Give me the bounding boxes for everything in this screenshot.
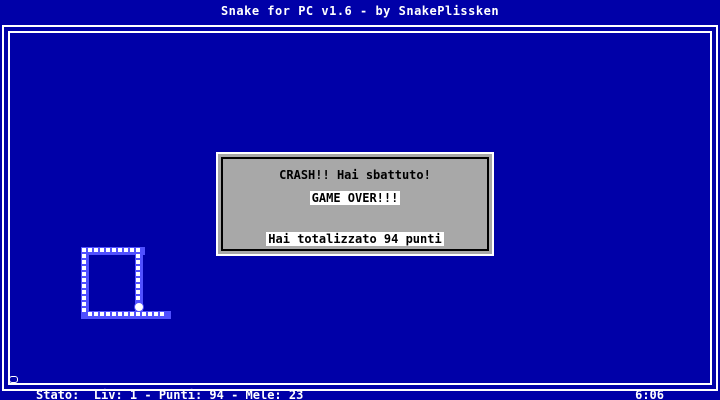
snake-dot <box>106 312 110 316</box>
status-text: Stato: Liv: 1 - Punti: 94 - Mele: 23 <box>36 388 304 400</box>
snake-dot <box>82 260 86 264</box>
crash-message: CRASH!! Hai sbattuto! <box>223 168 487 182</box>
snake-dot <box>124 312 128 316</box>
snake-dot <box>106 248 110 252</box>
game-over-message: GAME OVER!!! <box>223 191 487 205</box>
snake-dot <box>82 254 86 258</box>
status-time: 6:06 <box>635 388 664 400</box>
snake-dot <box>136 284 140 288</box>
snake-dot <box>112 312 116 316</box>
snake-dot <box>136 260 140 264</box>
window-title: Snake for PC v1.6 - by SnakePlissken <box>220 4 500 18</box>
snake-dot <box>94 312 98 316</box>
snake-dot <box>130 312 134 316</box>
snake-dot <box>112 248 116 252</box>
snake-dot <box>142 312 146 316</box>
snake-dot <box>82 278 86 282</box>
snake-dot <box>136 296 140 300</box>
game-over-text: GAME OVER!!! <box>309 191 401 205</box>
crash-text: CRASH!! Hai sbattuto! <box>279 168 431 182</box>
snake-dot <box>82 248 86 252</box>
snake-dot <box>94 248 98 252</box>
snake-dot <box>136 266 140 270</box>
snake-dot <box>118 248 122 252</box>
snake-dot <box>82 302 86 306</box>
snake-dot <box>88 248 92 252</box>
snake-dot <box>136 248 140 252</box>
snake-dot <box>136 278 140 282</box>
snake-dot <box>136 254 140 258</box>
score-message: Hai totalizzato 94 punti <box>223 232 487 246</box>
snake-dot <box>136 312 140 316</box>
snake-dot <box>82 266 86 270</box>
snake-dot <box>118 312 122 316</box>
snake-dot <box>82 290 86 294</box>
snake-dot <box>100 312 104 316</box>
snake-dot <box>136 272 140 276</box>
life-marker-icon <box>9 376 18 383</box>
snake-dot <box>148 312 152 316</box>
snake-dot <box>88 312 92 316</box>
snake-dot <box>136 290 140 294</box>
snake-head-icon <box>135 303 143 311</box>
snake-dot <box>82 308 86 312</box>
status-bar: Stato: Liv: 1 - Punti: 94 - Mele: 23 6:0… <box>0 388 720 400</box>
snake-dot <box>154 312 158 316</box>
game-over-dialog: CRASH!! Hai sbattuto! GAME OVER!!! Hai t… <box>216 152 494 256</box>
snake-dot <box>82 284 86 288</box>
snake-dot <box>100 248 104 252</box>
dialog-frame: CRASH!! Hai sbattuto! GAME OVER!!! Hai t… <box>221 157 489 251</box>
score-text: Hai totalizzato 94 punti <box>266 232 444 246</box>
snake-dot <box>130 248 134 252</box>
game-screen: Snake for PC v1.6 - by SnakePlissken CRA… <box>0 0 720 400</box>
snake-dot <box>160 312 164 316</box>
snake-dot <box>82 272 86 276</box>
snake-dot <box>124 248 128 252</box>
snake-dot <box>82 296 86 300</box>
